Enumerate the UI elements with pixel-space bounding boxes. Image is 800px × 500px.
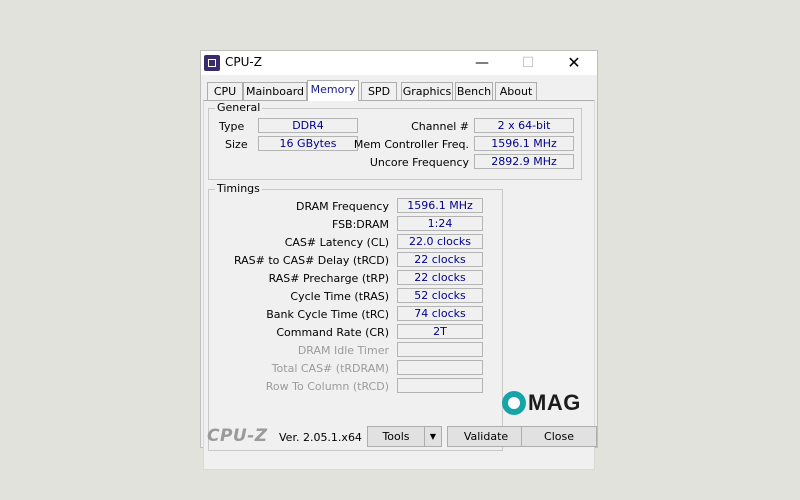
close-window-button[interactable]: ✕ [551, 51, 597, 75]
validate-button[interactable]: Validate [447, 426, 525, 447]
tab-bench[interactable]: Bench [455, 82, 493, 100]
general-group-title: General [215, 101, 263, 114]
general-group: General Type DDR4 Size 16 GBytes Channel… [208, 102, 582, 180]
cmag-logo-icon [502, 391, 526, 415]
type-label: Type [219, 120, 245, 133]
ras-to-cas-value: 22 clocks [397, 252, 483, 267]
cycle-time-value: 52 clocks [397, 288, 483, 303]
bank-cycle-time-label: Bank Cycle Time (tRC) [266, 308, 389, 321]
cas-latency-value: 22.0 clocks [397, 234, 483, 249]
row-to-column-value [397, 378, 483, 393]
fsb-dram-value: 1:24 [397, 216, 483, 231]
cpuz-brand-logo: CPU-Z [207, 426, 268, 446]
tab-memory[interactable]: Memory [307, 80, 359, 101]
footer-bar: CPU-Z Ver. 2.05.1.x64 Tools ▼ Validate C… [201, 423, 597, 447]
minimize-button[interactable]: — [459, 51, 505, 75]
fsb-dram-label: FSB:DRAM [331, 218, 389, 231]
channel-value: 2 x 64-bit [474, 118, 574, 133]
command-rate-value: 2T [397, 324, 483, 339]
mem-controller-freq-value: 1596.1 MHz [474, 136, 574, 151]
tools-dropdown-arrow-icon[interactable]: ▼ [424, 426, 442, 447]
tab-spd[interactable]: SPD [361, 82, 397, 100]
command-rate-label: Command Rate (CR) [276, 326, 389, 339]
tab-graphics[interactable]: Graphics [401, 82, 453, 100]
channel-label: Channel # [411, 120, 469, 133]
maximize-button: ☐ [521, 55, 535, 71]
cas-latency-label: CAS# Latency (CL) [284, 236, 389, 249]
size-value: 16 GBytes [258, 136, 358, 151]
tab-mainboard[interactable]: Mainboard [243, 82, 307, 100]
timings-group: Timings DRAM Frequency 1596.1 MHz FSB:DR… [208, 183, 503, 451]
dram-frequency-label: DRAM Frequency [295, 200, 389, 213]
row-to-column-label: Row To Column (tRCD) [265, 380, 389, 393]
uncore-frequency-label: Uncore Frequency [369, 156, 469, 169]
ras-precharge-value: 22 clocks [397, 270, 483, 285]
size-label: Size [225, 138, 248, 151]
tab-about[interactable]: About [495, 82, 537, 100]
close-button[interactable]: Close [521, 426, 597, 447]
tools-button[interactable]: Tools [367, 426, 425, 447]
version-text: Ver. 2.05.1.x64 [279, 431, 362, 444]
dram-frequency-value: 1596.1 MHz [397, 198, 483, 213]
ras-precharge-label: RAS# Precharge (tRP) [268, 272, 389, 285]
cycle-time-label: Cycle Time (tRAS) [290, 290, 389, 303]
tab-cpu[interactable]: CPU [207, 82, 243, 100]
mem-controller-freq-label: Mem Controller Freq. [353, 138, 469, 151]
dram-idle-timer-value [397, 342, 483, 357]
type-value: DDR4 [258, 118, 358, 133]
cmag-watermark: MAG [502, 388, 598, 418]
ras-to-cas-label: RAS# to CAS# Delay (tRCD) [233, 254, 389, 267]
total-cas-value [397, 360, 483, 375]
cpuz-app-icon [204, 55, 220, 71]
watermark-text: MAG [528, 390, 581, 415]
total-cas-label: Total CAS# (tRDRAM) [271, 362, 389, 375]
bank-cycle-time-value: 74 clocks [397, 306, 483, 321]
window-title: CPU-Z [225, 55, 262, 69]
dram-idle-timer-label: DRAM Idle Timer [297, 344, 389, 357]
uncore-frequency-value: 2892.9 MHz [474, 154, 574, 169]
timings-group-title: Timings [215, 182, 262, 195]
title-bar[interactable]: CPU-Z — ☐ ✕ [201, 51, 597, 75]
